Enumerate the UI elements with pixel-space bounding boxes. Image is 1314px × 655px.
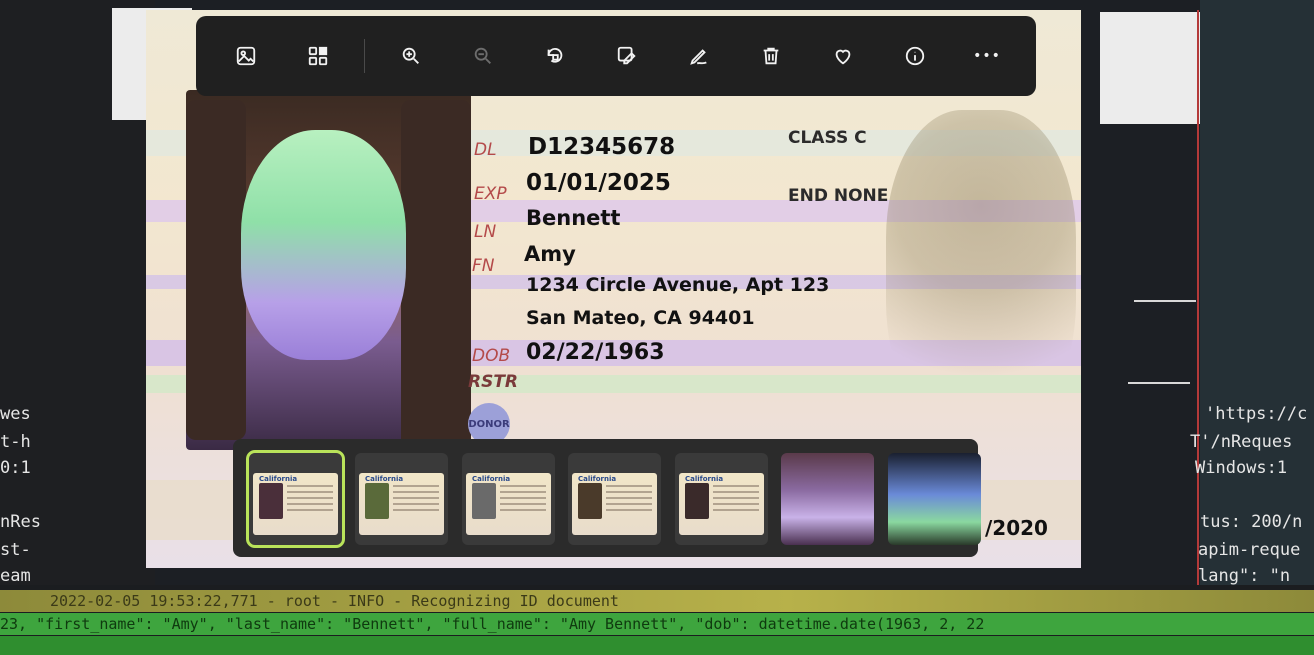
class-text: CLASS C xyxy=(788,128,867,148)
rotate-button[interactable] xyxy=(527,28,583,84)
thumb-card-title: California xyxy=(685,475,724,483)
thumb-card-title: California xyxy=(365,475,404,483)
zoom-in-button[interactable] xyxy=(383,28,439,84)
terminal-text: eam xyxy=(0,566,31,586)
ln-label: LN xyxy=(474,222,497,242)
dl-label: DL xyxy=(474,140,497,160)
thumb-card: California xyxy=(466,473,551,535)
toolbar-separator xyxy=(364,39,365,73)
log-text: 23, "first_name": "Amy", "last_name": "B… xyxy=(0,615,985,633)
zoom-out-icon xyxy=(474,47,491,64)
more-icon: ••• xyxy=(973,48,1001,64)
exp-label: EXP xyxy=(474,184,507,204)
fn-label: FN xyxy=(472,256,495,276)
log-text: 2022-02-05 19:53:22,771 - root - INFO - … xyxy=(50,592,619,610)
rstr-label: RSTR xyxy=(468,372,519,392)
license-photo-face xyxy=(241,130,406,360)
log-line: 2022-02-05 19:53:22,771 - root - INFO - … xyxy=(0,590,1314,612)
draw-icon xyxy=(690,49,707,65)
dob-date: 02/22/1963 xyxy=(526,340,665,365)
viewer-toolbar: ••• xyxy=(196,16,1036,96)
terminal-text: st- xyxy=(0,540,31,560)
heart-icon xyxy=(835,49,851,65)
thumb-card-title: California xyxy=(259,475,298,483)
dob-label: DOB xyxy=(472,346,511,366)
terminal-text: T'/nReques xyxy=(1190,432,1293,452)
filmstrip-thumb[interactable]: California xyxy=(462,453,555,545)
thumb-card: California xyxy=(572,473,657,535)
draw-button[interactable] xyxy=(671,28,727,84)
thumb-card-title: California xyxy=(472,475,511,483)
rotate-icon xyxy=(547,47,563,63)
delete-icon xyxy=(763,47,779,65)
log-line: 23, "first_name": "Amy", "last_name": "B… xyxy=(0,613,1314,635)
edit-image-icon xyxy=(617,46,636,65)
window-border xyxy=(1197,10,1199,585)
terminal-text: wes xyxy=(0,404,31,424)
image-button[interactable] xyxy=(218,28,274,84)
license-photo-hair xyxy=(186,100,246,440)
address-line-1: 1234 Circle Avenue, Apt 123 xyxy=(526,274,830,296)
filmstrip-thumb[interactable]: California xyxy=(568,453,661,545)
more-button[interactable]: ••• xyxy=(959,28,1015,84)
filmstrip-thumb[interactable]: California xyxy=(246,450,345,548)
background-window-strip xyxy=(1100,12,1200,124)
filmstrip-thumb-portrait[interactable] xyxy=(888,453,981,545)
gallery-icon xyxy=(308,46,328,66)
filmstrip: California California California Califor… xyxy=(233,439,981,557)
thumb-card: California xyxy=(679,473,764,535)
delete-button[interactable] xyxy=(743,28,799,84)
terminal-text: apim-reque xyxy=(1198,540,1301,560)
divider xyxy=(1134,300,1196,302)
edit-image-button[interactable] xyxy=(599,28,655,84)
info-icon xyxy=(905,46,925,66)
license-watermark xyxy=(886,110,1076,430)
terminal-text: t-h xyxy=(0,432,31,452)
first-name: Amy xyxy=(524,242,576,266)
last-name: Bennett xyxy=(526,206,621,230)
terminal-text: nRes xyxy=(0,512,41,532)
thumb-card: California xyxy=(253,473,338,535)
license-photo-hair xyxy=(401,100,471,450)
terminal-text: tus: 200/n xyxy=(1200,512,1303,532)
info-button[interactable] xyxy=(887,28,943,84)
zoom-in-icon xyxy=(402,47,419,64)
license-partial-date: /2020 xyxy=(985,516,1048,540)
terminal-text: 'https://c xyxy=(1205,404,1308,424)
divider xyxy=(1128,382,1190,384)
thumb-card-title: California xyxy=(578,475,617,483)
image-icon xyxy=(236,46,256,66)
log-line xyxy=(0,636,1314,655)
dl-number: D12345678 xyxy=(528,134,676,160)
filmstrip-thumb[interactable]: California xyxy=(355,453,448,545)
address-line-2: San Mateo, CA 94401 xyxy=(526,307,755,329)
thumb-card: California xyxy=(359,473,444,535)
exp-date: 01/01/2025 xyxy=(526,170,671,196)
favorite-button[interactable] xyxy=(815,28,871,84)
terminal-text: Windows:1 xyxy=(1195,458,1288,478)
gallery-button[interactable] xyxy=(290,28,346,84)
end-text: END NONE xyxy=(788,186,889,206)
filmstrip-thumb-portrait[interactable] xyxy=(781,453,874,545)
filmstrip-thumb[interactable]: California xyxy=(675,453,768,545)
terminal-text: lang": "n xyxy=(1198,566,1291,586)
zoom-out-button[interactable] xyxy=(455,28,511,84)
terminal-text: 0:1 xyxy=(0,458,31,478)
background-terminal-right xyxy=(1200,0,1314,590)
donor-text: DONOR xyxy=(468,418,510,430)
